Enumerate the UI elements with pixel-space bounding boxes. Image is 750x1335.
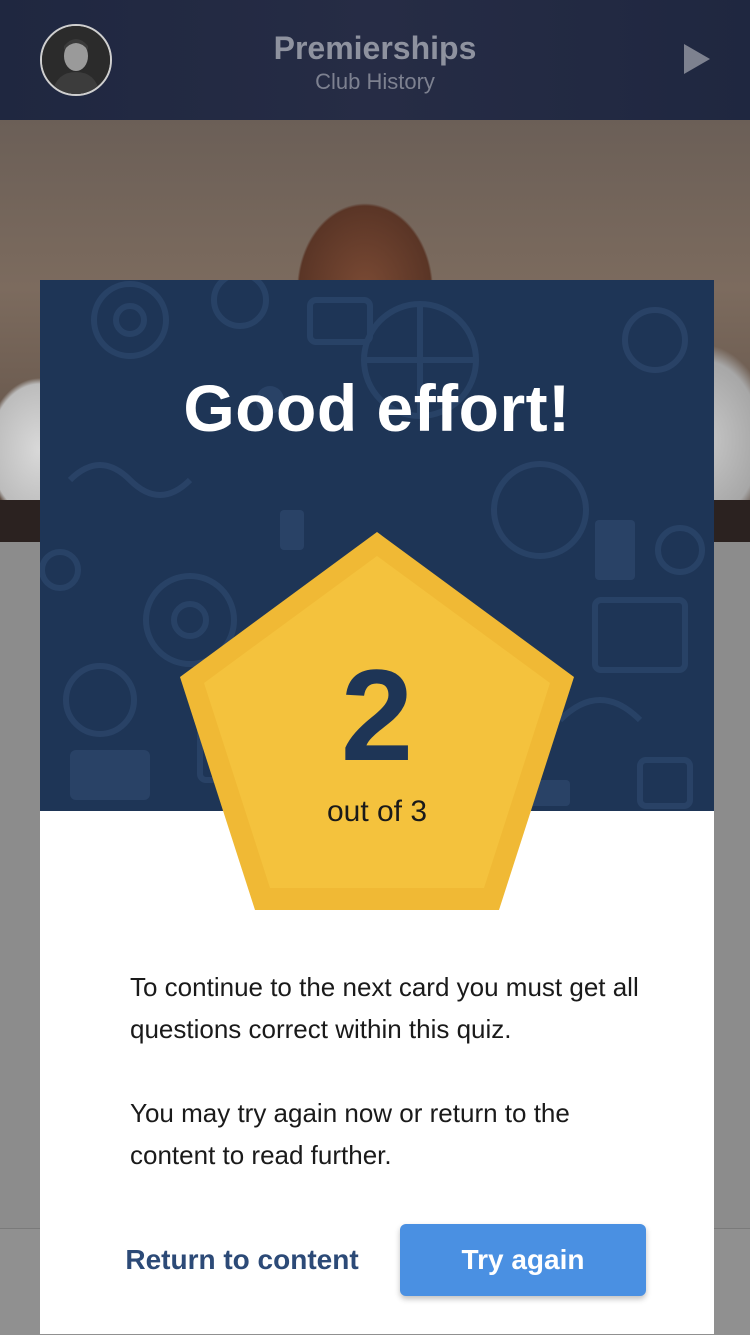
page-title: Premierships — [273, 30, 477, 66]
message-options: You may try again now or return to the c… — [130, 1098, 570, 1170]
score-total: out of 3 — [326, 795, 428, 828]
score-value: 2 — [340, 642, 414, 788]
try-again-button[interactable]: Try again — [400, 1224, 646, 1296]
result-title: Good effort! — [183, 371, 571, 445]
return-to-content-button[interactable]: Return to content — [102, 1238, 382, 1282]
message-requirement: To continue to the next card you must ge… — [130, 972, 639, 1044]
play-icon[interactable] — [682, 42, 712, 76]
quiz-result-modal: Good effort! 2 out of 3 To continue to t… — [40, 280, 714, 1334]
app-header: Premierships Club History — [0, 0, 750, 120]
page-subtitle: Club History — [315, 69, 435, 94]
